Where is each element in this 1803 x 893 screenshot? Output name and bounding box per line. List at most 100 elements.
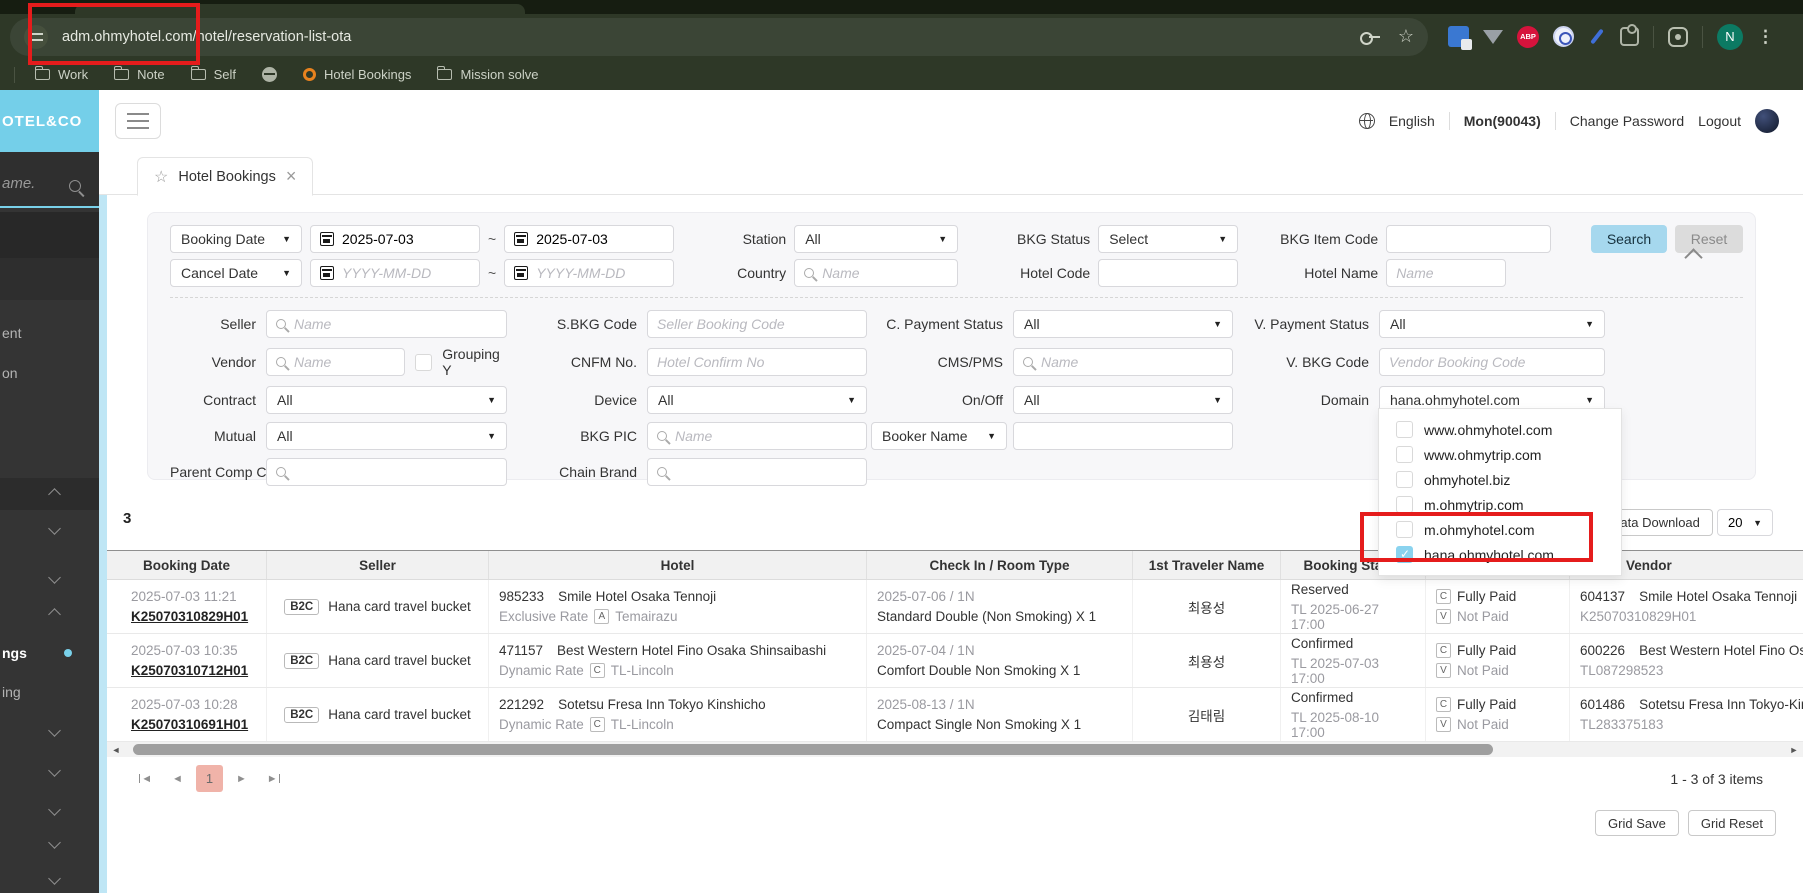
pen-extension-icon[interactable]	[1588, 27, 1606, 47]
browser-active-tab[interactable]	[75, 4, 525, 14]
change-password-link[interactable]: Change Password	[1570, 113, 1684, 129]
bkg-pic-input[interactable]	[675, 428, 857, 444]
sidebar-item[interactable]: ing	[0, 679, 99, 705]
search-button[interactable]: Search	[1591, 225, 1667, 253]
bookmark-mission-solve[interactable]: Mission solve	[437, 66, 538, 82]
adblock-icon[interactable]: ABP	[1517, 25, 1539, 48]
country-field[interactable]	[794, 259, 959, 287]
cms-pms-input[interactable]	[1041, 354, 1223, 370]
bookmark-hotel-bookings[interactable]: Hotel Bookings	[302, 67, 411, 82]
country-input[interactable]	[822, 265, 949, 281]
chain-brand-input[interactable]	[675, 464, 857, 480]
domain-option[interactable]: ohmyhotel.biz	[1379, 467, 1621, 492]
user-avatar[interactable]	[1755, 109, 1779, 133]
booking-code-link[interactable]: K25070310691H01	[131, 717, 256, 732]
close-icon[interactable]	[286, 166, 297, 187]
sidebar-group[interactable]	[0, 868, 99, 893]
sbkg-code-input[interactable]	[647, 310, 867, 338]
vendor-field[interactable]	[266, 348, 406, 376]
checkbox-unchecked[interactable]	[1396, 471, 1413, 488]
sidebar-group[interactable]	[0, 720, 99, 746]
domain-option-selected[interactable]: hana.ohmyhotel.com	[1379, 542, 1621, 567]
tab-hotel-bookings[interactable]: Hotel Bookings	[137, 157, 314, 196]
cancel-date-type-select[interactable]: Cancel Date	[170, 259, 302, 287]
hotel-code-input[interactable]	[1098, 259, 1239, 287]
bookmark-self[interactable]: Self	[190, 66, 236, 82]
language-selector[interactable]: English	[1389, 113, 1435, 129]
bookmark-work[interactable]: Work	[35, 66, 88, 82]
booker-name-input[interactable]	[1013, 422, 1233, 450]
sidebar-section-band[interactable]	[0, 212, 99, 258]
browser-menu-icon[interactable]	[1757, 27, 1774, 47]
sidebar-group[interactable]	[0, 518, 99, 544]
booking-date-from-input[interactable]	[342, 231, 470, 247]
sidebar-item[interactable]: ent	[0, 320, 99, 346]
booking-date-type-select[interactable]: Booking Date	[170, 225, 302, 253]
bkg-status-select[interactable]: Select	[1098, 225, 1239, 253]
vendor-input[interactable]	[294, 354, 396, 370]
page-size-select[interactable]: 20	[1717, 509, 1773, 536]
parent-comp-input[interactable]	[294, 464, 497, 480]
translate-icon[interactable]	[1448, 26, 1472, 50]
prev-page-button[interactable]: ◄	[164, 765, 191, 792]
password-key-icon[interactable]	[1359, 31, 1380, 45]
domain-option[interactable]: m.ohmytrip.com	[1379, 492, 1621, 517]
grid-save-button[interactable]: Grid Save	[1595, 810, 1679, 836]
seller-field[interactable]	[266, 310, 507, 338]
cancel-date-from[interactable]	[310, 259, 480, 287]
bkg-item-code-input[interactable]	[1386, 225, 1552, 253]
scrollbar-thumb[interactable]	[133, 744, 1493, 755]
checkbox-unchecked[interactable]	[1396, 521, 1413, 538]
booking-code-link[interactable]: K25070310712H01	[131, 663, 256, 678]
sidebar-group[interactable]	[0, 832, 99, 858]
favorite-star-icon[interactable]	[154, 167, 168, 187]
checkbox-unchecked[interactable]	[1396, 496, 1413, 513]
extensions-puzzle-icon[interactable]	[1620, 24, 1639, 46]
cms-pms-field[interactable]	[1013, 348, 1233, 376]
cancel-date-to[interactable]	[504, 259, 675, 287]
hamburger-menu-button[interactable]	[115, 103, 161, 139]
scroll-right-arrow[interactable]: ►	[1785, 745, 1803, 755]
parent-comp-field[interactable]	[266, 458, 507, 486]
bkg-pic-field[interactable]	[647, 422, 867, 450]
sidebar-group[interactable]	[0, 600, 99, 626]
checkbox-unchecked[interactable]	[1396, 446, 1413, 463]
sidebar-item-hotel-bookings[interactable]: ngs	[0, 640, 99, 666]
hotel-name-input[interactable]	[1386, 259, 1507, 287]
sidebar-item[interactable]: on	[0, 360, 99, 386]
grouping-checkbox[interactable]	[415, 353, 433, 371]
bookmark-note[interactable]: Note	[114, 66, 165, 82]
last-page-button[interactable]: ►	[260, 765, 287, 792]
contract-select[interactable]: All	[266, 386, 507, 414]
chain-brand-field[interactable]	[647, 458, 867, 486]
booking-code-link[interactable]: K25070310829H01	[131, 609, 256, 624]
sidebar-group[interactable]	[0, 760, 99, 786]
bookmark-globe[interactable]	[261, 67, 277, 82]
bookmark-star-icon[interactable]	[1398, 26, 1414, 47]
cancel-date-to-input[interactable]	[536, 265, 665, 281]
sidebar-section-band[interactable]	[0, 258, 99, 300]
sidebar-group[interactable]	[0, 799, 99, 825]
checkbox-unchecked[interactable]	[1396, 421, 1413, 438]
booker-name-select[interactable]: Booker Name	[871, 422, 1007, 450]
booking-date-to[interactable]	[504, 225, 675, 253]
coin-extension-icon[interactable]	[1553, 26, 1574, 47]
user-id[interactable]: Mon(90043)	[1464, 113, 1541, 129]
mutual-select[interactable]: All	[266, 422, 507, 450]
screenshot-lens-icon[interactable]	[1668, 26, 1688, 47]
cnfm-input[interactable]	[647, 348, 867, 376]
logout-link[interactable]: Logout	[1698, 113, 1741, 129]
vbkg-code-input[interactable]	[1379, 348, 1605, 376]
seller-input[interactable]	[294, 316, 497, 332]
station-select[interactable]: All	[794, 225, 959, 253]
next-page-button[interactable]: ►	[228, 765, 255, 792]
c-payment-select[interactable]: All	[1013, 310, 1233, 338]
site-info-icon[interactable]	[24, 24, 48, 49]
reset-button[interactable]: Reset	[1675, 225, 1743, 253]
page-1-button[interactable]: 1	[196, 765, 223, 792]
domain-option[interactable]: m.ohmyhotel.com	[1379, 517, 1621, 542]
onoff-select[interactable]: All	[1013, 386, 1233, 414]
booking-date-to-input[interactable]	[536, 231, 665, 247]
domain-option[interactable]: www.ohmytrip.com	[1379, 442, 1621, 467]
cancel-date-from-input[interactable]	[342, 265, 470, 281]
